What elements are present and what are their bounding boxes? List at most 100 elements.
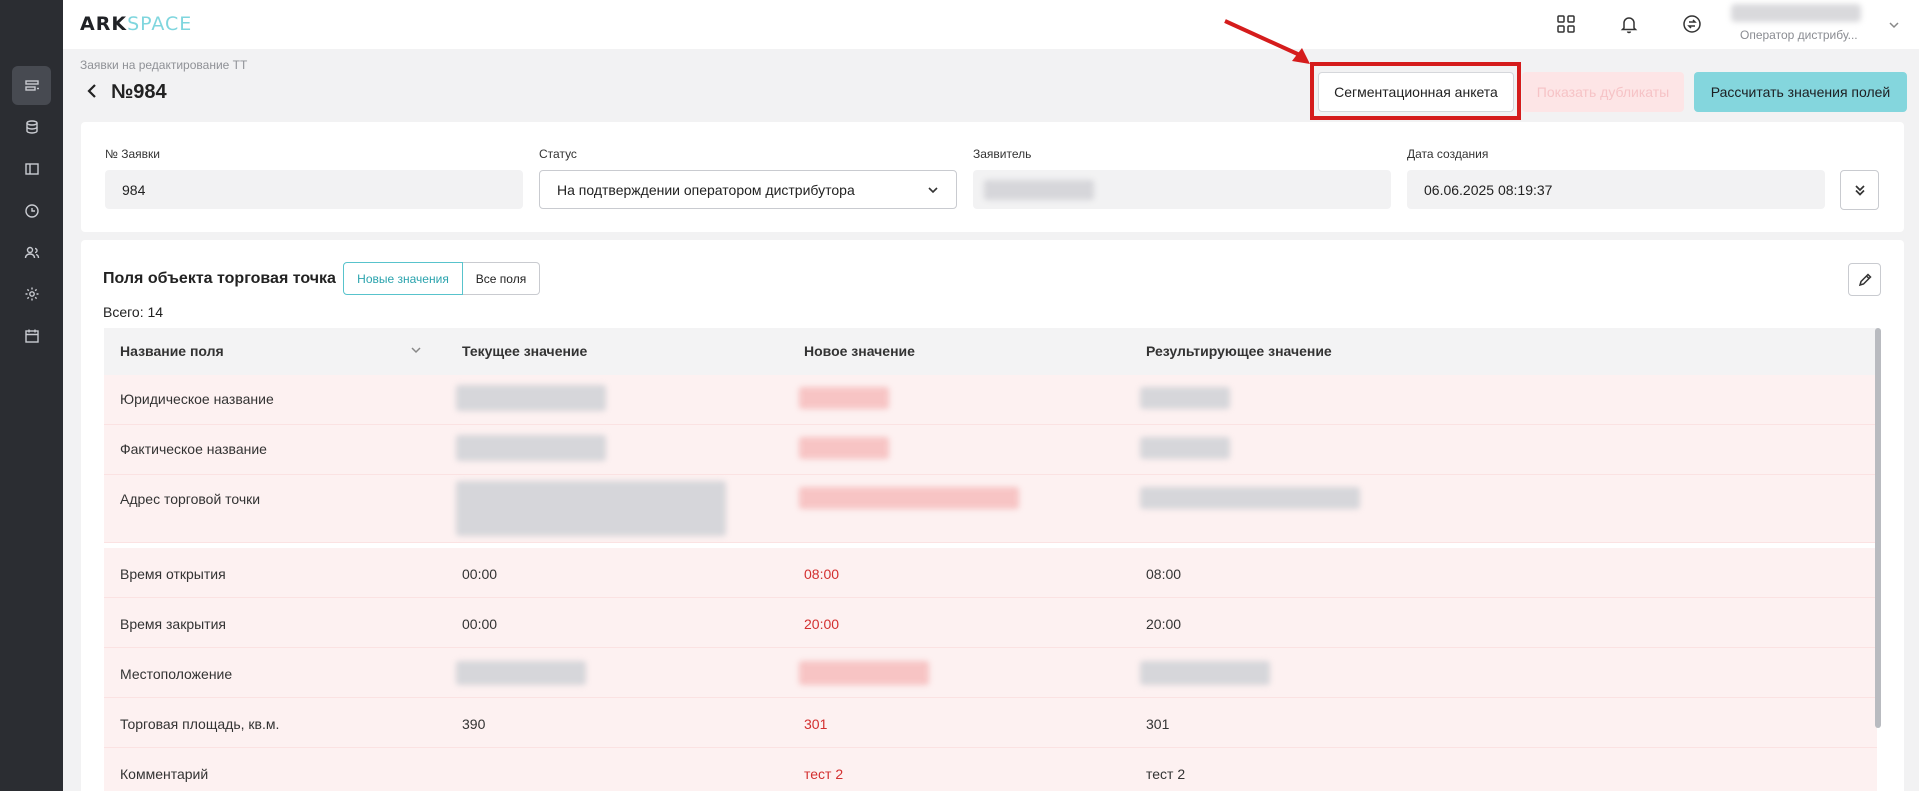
breadcrumb[interactable]: Заявки на редактирование ТТ (80, 58, 247, 72)
table-scrollbar[interactable] (1875, 328, 1881, 728)
created-date-value: 06.06.2025 08:19:37 (1424, 181, 1553, 198)
annotation-arrow (1224, 19, 1310, 64)
logo-space: SPACE (127, 13, 193, 35)
total-count: Всего: 14 (103, 304, 164, 320)
request-no-field: 984 (105, 170, 523, 209)
bell-icon[interactable] (1616, 11, 1642, 37)
field-name: Фактическое название (120, 441, 267, 457)
result-value: тест 2 (1146, 766, 1186, 782)
requests-icon (24, 79, 39, 91)
double-chevron-down-icon (1854, 185, 1865, 196)
table-row: Время открытия 00:00 08:00 08:00 (104, 548, 1877, 598)
request-no-value: 984 (122, 181, 146, 198)
status-select[interactable]: На подтверждении оператором дистрибутора (539, 170, 957, 209)
expand-button[interactable] (1840, 170, 1879, 210)
table-row: Время закрытия 00:00 20:00 20:00 (104, 598, 1877, 648)
column-header-new: Новое значение (804, 343, 915, 359)
user-role: Оператор дистрибу... (1740, 28, 1858, 42)
database-icon (25, 119, 38, 134)
object-fields-card: Поля объекта торговая точка Новые значен… (81, 240, 1904, 791)
section-title: Поля объекта торговая точка (103, 270, 336, 287)
status-value: На подтверждении оператором дистрибутора (557, 181, 855, 198)
user-name (1731, 4, 1861, 22)
new-value-redacted (799, 437, 889, 459)
status-label: Статус (539, 147, 577, 161)
sidebar-item-users[interactable] (12, 233, 51, 272)
page-title: №984 (111, 81, 167, 103)
result-value: 301 (1146, 716, 1170, 732)
result-value-redacted (1140, 661, 1270, 685)
pencil-icon (1858, 272, 1872, 286)
toggle-all-fields[interactable]: Все поля (463, 262, 540, 295)
current-value-redacted (456, 385, 606, 411)
sidebar-item-database[interactable] (12, 107, 51, 146)
book-icon (24, 162, 39, 175)
table-row: Торговая площадь, кв.м. 390 301 301 (104, 698, 1877, 748)
table-header: Название поля Текущее значение Новое зна… (104, 328, 1877, 375)
result-value: 20:00 (1146, 616, 1182, 632)
current-value: 00:00 (462, 566, 498, 582)
applicant-value-redacted (984, 179, 1094, 200)
users-icon (24, 246, 39, 258)
new-value: 08:00 (804, 566, 840, 582)
sidebar (0, 0, 63, 791)
chevron-down-icon[interactable] (409, 343, 423, 360)
calendar-icon (24, 329, 39, 343)
sync-icon[interactable] (1679, 11, 1705, 37)
current-value-redacted (456, 435, 606, 461)
table-row: Комментарий тест 2 тест 2 (104, 748, 1877, 791)
top-bar: ARKSPACE Оператор дистрибу... (63, 0, 1919, 49)
field-name: Местоположение (120, 666, 233, 682)
request-no-label: № Заявки (105, 147, 160, 161)
applicant-field (973, 170, 1391, 209)
calculate-fields-button[interactable]: Рассчитать значения полей (1694, 72, 1907, 112)
table-row: Фактическое название (104, 425, 1877, 475)
new-value: тест 2 (804, 766, 844, 782)
result-value-redacted (1140, 387, 1230, 409)
new-value-redacted (799, 387, 889, 409)
column-header-current: Текущее значение (462, 343, 588, 359)
page-title-row: №984 (85, 81, 167, 104)
sidebar-item-calendar[interactable] (12, 316, 51, 355)
table-row: Юридическое название (104, 375, 1877, 425)
show-duplicates-button[interactable]: Показать дубликаты (1522, 72, 1684, 112)
field-name: Адрес торговой точки (120, 491, 261, 507)
column-header-result: Результирующее значение (1146, 343, 1332, 359)
result-value: 08:00 (1146, 566, 1182, 582)
column-header-field-name[interactable]: Название поля (120, 343, 224, 359)
new-value-redacted (799, 487, 1019, 509)
sidebar-item-requests[interactable] (12, 66, 51, 105)
field-name: Торговая площадь, кв.м. (120, 716, 280, 732)
new-value: 301 (804, 716, 828, 732)
created-date-field: 06.06.2025 08:19:37 (1407, 170, 1825, 209)
new-value-redacted (799, 661, 929, 685)
clock-icon (24, 203, 39, 218)
user-menu[interactable]: Оператор дистрибу... (1731, 4, 1899, 44)
table-row: Местоположение (104, 648, 1877, 698)
back-arrow-icon[interactable] (85, 83, 101, 102)
field-name: Время открытия (120, 566, 226, 582)
request-info-card: № Заявки 984 Статус На подтверждении опе… (81, 122, 1904, 232)
table-row: Адрес торговой точки (104, 475, 1877, 543)
current-value-redacted (456, 481, 726, 536)
edit-button[interactable] (1848, 263, 1881, 296)
annotation-highlight (1310, 62, 1521, 120)
current-value-redacted (456, 661, 586, 685)
app-logo[interactable]: ARKSPACE (80, 13, 192, 35)
field-name: Комментарий (120, 766, 209, 782)
chevron-down-icon (1887, 18, 1901, 32)
current-value: 00:00 (462, 616, 498, 632)
result-value-redacted (1140, 487, 1360, 509)
field-name: Юридическое название (120, 391, 274, 407)
chevron-down-icon (926, 183, 940, 200)
apps-grid-icon[interactable] (1553, 11, 1579, 37)
field-name: Время закрытия (120, 616, 226, 632)
current-value: 390 (462, 716, 486, 732)
toggle-new-values[interactable]: Новые значения (343, 262, 463, 295)
sidebar-item-history[interactable] (12, 191, 51, 230)
logo-ark: ARK (80, 13, 128, 35)
sidebar-item-book[interactable] (12, 149, 51, 188)
created-date-label: Дата создания (1407, 147, 1489, 161)
sidebar-item-settings[interactable] (12, 274, 51, 313)
new-value: 20:00 (804, 616, 840, 632)
